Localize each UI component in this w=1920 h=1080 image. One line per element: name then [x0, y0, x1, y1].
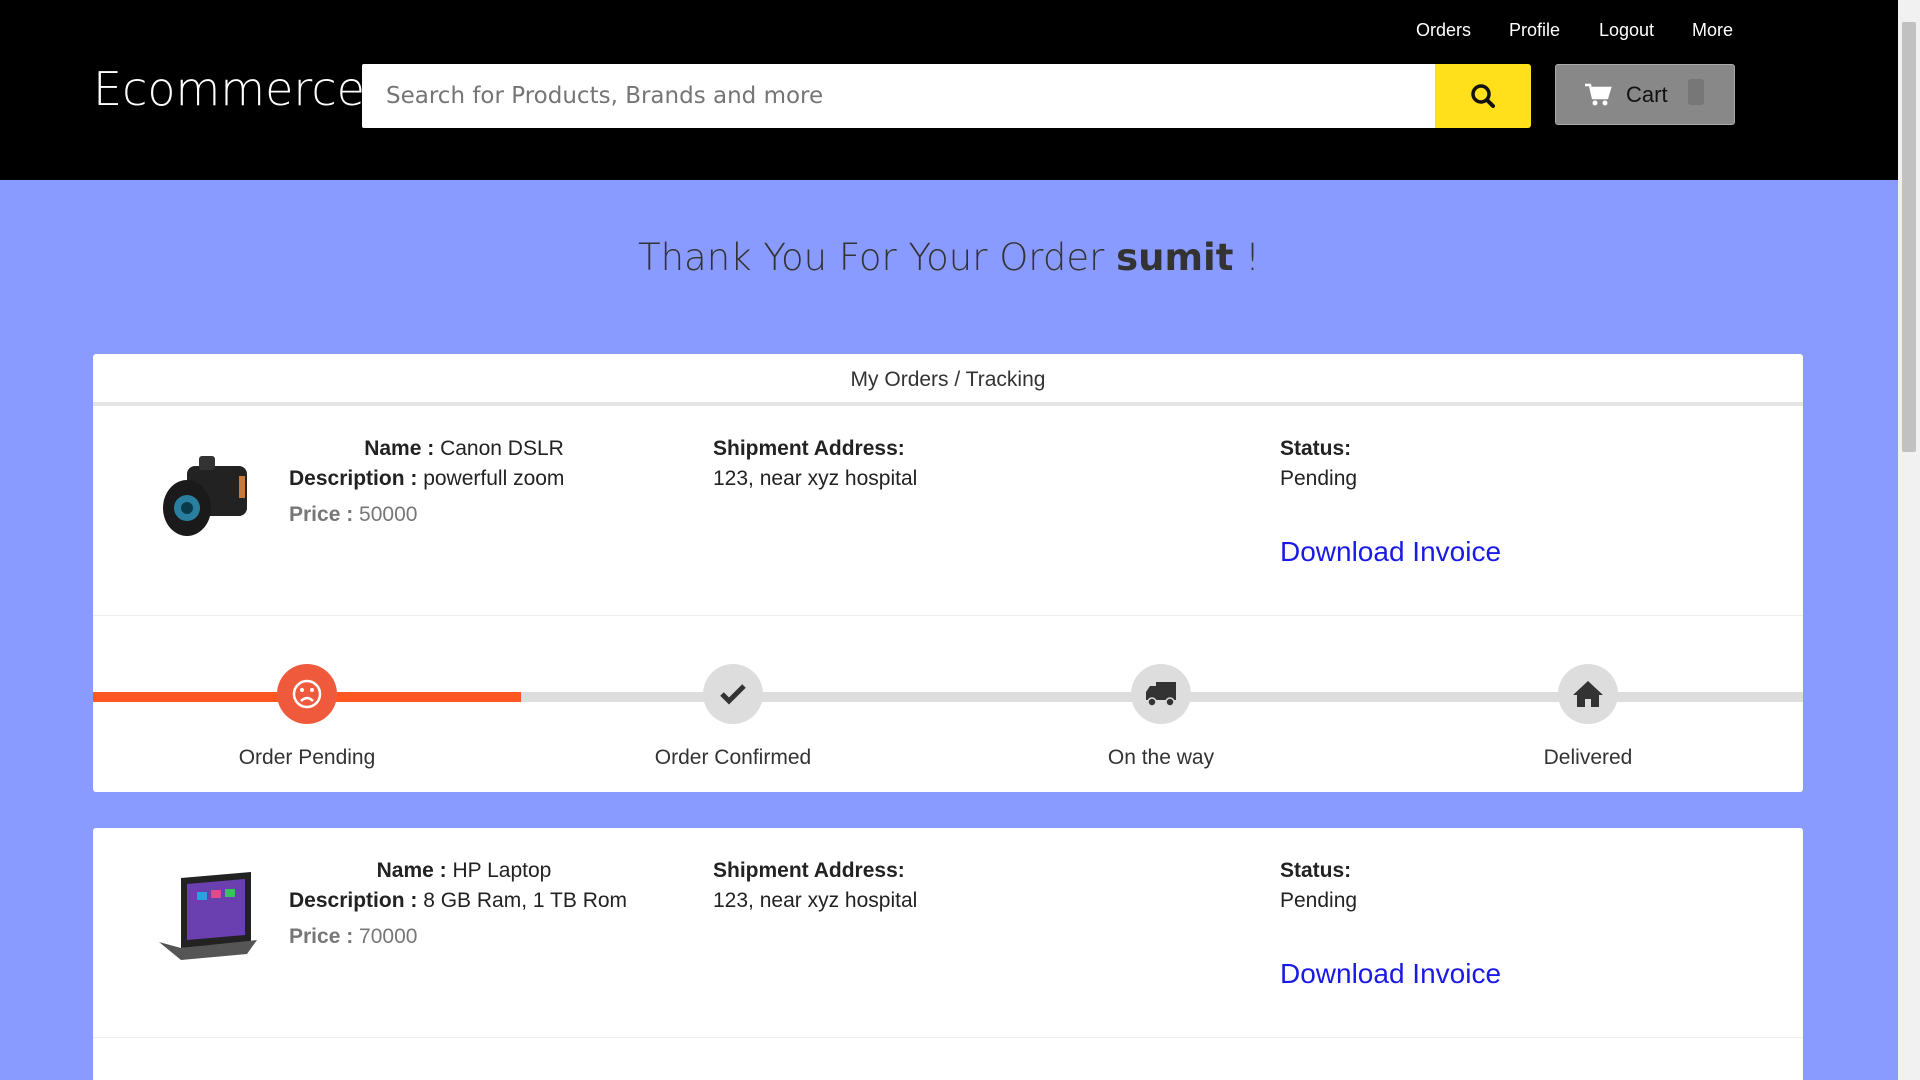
search-icon	[1471, 84, 1495, 108]
shipment-address: Shipment Address: 123, near xyz hospital	[713, 437, 918, 490]
product-description: 8 GB Ram, 1 TB Rom	[423, 889, 628, 912]
product-price: 70000	[359, 925, 418, 948]
user-name: sumit	[1116, 236, 1234, 279]
product-info: Name : HP Laptop Description : 8 GB Ram,…	[289, 859, 628, 948]
product-description: powerfull zoom	[423, 467, 565, 490]
order-row: Name : Canon DSLR Description : powerful…	[93, 406, 1803, 616]
step-delivered: Delivered	[1488, 664, 1688, 770]
product-info: Name : Canon DSLR Description : powerful…	[289, 437, 565, 526]
thank-you-heading: Thank You For Your Order sumit !	[637, 236, 1261, 279]
shipment-address: Shipment Address: 123, near xyz hospital	[713, 859, 918, 912]
step-on-the-way: On the way	[1061, 664, 1261, 770]
nav-logout[interactable]: Logout	[1599, 20, 1654, 41]
nav-more[interactable]: More	[1692, 20, 1733, 41]
orders-card: My Orders / Tracking Name : Canon DSLR D…	[93, 354, 1803, 792]
download-invoice-link[interactable]: Download Invoice	[1280, 958, 1501, 990]
truck-icon	[1146, 682, 1176, 707]
order-status: Status: Pending	[1280, 859, 1358, 912]
check-icon	[720, 684, 746, 705]
nav-orders[interactable]: Orders	[1416, 20, 1471, 41]
search-button[interactable]	[1435, 64, 1531, 128]
search-input[interactable]	[362, 64, 1435, 128]
scrollbar[interactable]	[1898, 0, 1920, 1080]
product-name: Canon DSLR	[440, 437, 564, 460]
top-header: Ecommerce Orders Profile Logout More Car…	[0, 0, 1898, 180]
order-status: Status: Pending	[1280, 437, 1358, 490]
nav-profile[interactable]: Profile	[1509, 20, 1560, 41]
orders-card-2: Name : HP Laptop Description : 8 GB Ram,…	[93, 828, 1803, 1080]
home-icon	[1573, 681, 1603, 707]
product-name: HP Laptop	[452, 859, 552, 882]
scrollbar-thumb[interactable]	[1902, 22, 1916, 452]
orders-title: My Orders / Tracking	[93, 354, 1803, 406]
logo[interactable]: Ecommerce	[93, 62, 365, 116]
laptop-product-image	[159, 872, 257, 960]
step-order-pending: Order Pending	[207, 664, 407, 770]
order-row: Name : HP Laptop Description : 8 GB Ram,…	[93, 828, 1803, 1038]
order-tracker: Order Pending Order Confirmed On the way…	[93, 616, 1803, 792]
cart-label: Cart	[1626, 81, 1668, 107]
camera-product-image	[163, 456, 247, 536]
sad-face-icon	[292, 679, 322, 709]
cart-count-badge	[1688, 79, 1704, 105]
cart-icon	[1585, 83, 1612, 105]
download-invoice-link[interactable]: Download Invoice	[1280, 536, 1501, 568]
product-price: 50000	[359, 503, 418, 526]
cart-button[interactable]: Cart	[1555, 64, 1735, 125]
step-order-confirmed: Order Confirmed	[633, 664, 833, 770]
